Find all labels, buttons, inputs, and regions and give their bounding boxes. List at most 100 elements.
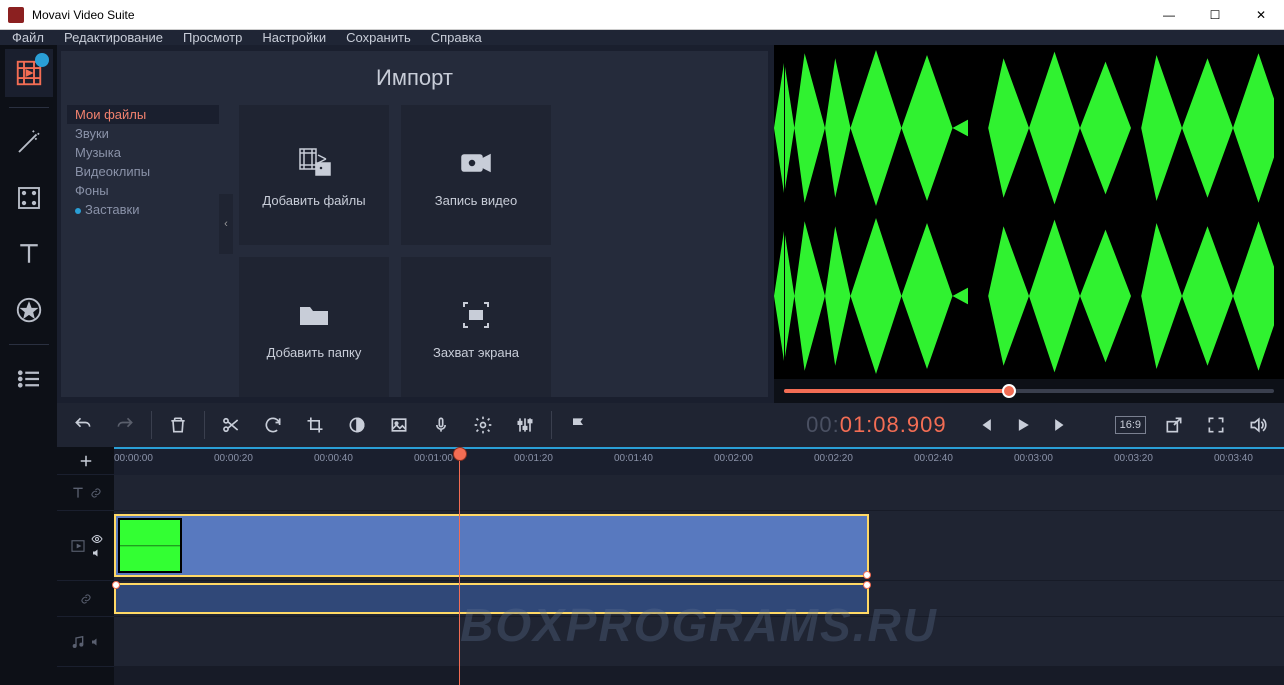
cat-my-files[interactable]: Мои файлы — [67, 105, 219, 124]
collapse-sidebar-button[interactable]: ‹ — [219, 194, 233, 254]
ruler-tick: 00:02:00 — [714, 453, 753, 464]
cat-intros-label: Заставки — [85, 202, 139, 217]
folder-icon — [294, 295, 334, 335]
track-video[interactable] — [114, 511, 1284, 581]
speaker-icon[interactable] — [90, 636, 102, 648]
prev-icon — [975, 415, 995, 435]
redo-icon — [115, 415, 135, 435]
minimize-button[interactable]: — — [1146, 0, 1192, 29]
timeline-ruler[interactable]: 00:00:0000:00:2000:00:4000:01:0000:01:20… — [114, 447, 1284, 475]
tile-add-folder[interactable]: Добавить папку — [239, 257, 389, 397]
play-icon — [1013, 415, 1033, 435]
equalizer-button[interactable] — [507, 407, 543, 443]
cat-music[interactable]: Музыка — [67, 143, 219, 162]
tool-wand[interactable] — [5, 118, 53, 166]
popout-icon — [1164, 415, 1184, 435]
track-head-music[interactable] — [57, 617, 114, 667]
ruler-tick: 00:01:20 — [514, 453, 553, 464]
timeline: 00:00:0000:00:2000:00:4000:01:0000:01:20… — [57, 447, 1284, 685]
preview-waveform — [774, 45, 1284, 379]
ruler-tick: 00:01:00 — [414, 453, 453, 464]
text-track-icon — [70, 485, 86, 501]
cat-backgrounds[interactable]: Фоны — [67, 181, 219, 200]
cat-videoclips[interactable]: Видеоклипы — [67, 162, 219, 181]
tile-record-video[interactable]: Запись видео — [401, 105, 551, 245]
menu-settings[interactable]: Настройки — [262, 30, 326, 45]
mic-button[interactable] — [423, 407, 459, 443]
tool-stickers[interactable] — [5, 286, 53, 334]
fullscreen-icon — [1206, 415, 1226, 435]
video-clip[interactable] — [114, 514, 869, 577]
track-audio[interactable] — [114, 581, 1284, 617]
sliders-icon — [515, 415, 535, 435]
add-track-button[interactable] — [57, 447, 114, 475]
speaker-icon[interactable] — [91, 547, 103, 559]
ruler-tick: 00:03:00 — [1014, 453, 1053, 464]
tile-screen-capture[interactable]: Захват экрана — [401, 257, 551, 397]
aspect-ratio-button[interactable]: 16:9 — [1115, 416, 1146, 434]
playback-slider[interactable] — [784, 389, 1274, 393]
cat-sounds[interactable]: Звуки — [67, 124, 219, 143]
undo-button[interactable] — [65, 407, 101, 443]
playhead[interactable] — [459, 447, 460, 685]
waveform-bottom — [774, 213, 1284, 379]
text-icon — [14, 239, 44, 269]
timecode-display: 00:01:08.909 — [792, 412, 960, 439]
progress-fill — [784, 389, 1009, 393]
track-head-audio-link[interactable] — [57, 581, 114, 617]
ruler-tick: 00:03:20 — [1114, 453, 1153, 464]
titlebar: Movavi Video Suite — ☐ ✕ — [0, 0, 1284, 30]
new-dot-icon — [75, 208, 81, 214]
cut-button[interactable] — [213, 407, 249, 443]
tile-add-files[interactable]: Добавить файлы — [239, 105, 389, 245]
menu-save[interactable]: Сохранить — [346, 30, 411, 45]
ruler-tick: 00:02:20 — [814, 453, 853, 464]
ruler-tick: 00:01:40 — [614, 453, 653, 464]
menu-view[interactable]: Просмотр — [183, 30, 242, 45]
redo-button[interactable] — [107, 407, 143, 443]
eye-icon[interactable] — [91, 533, 103, 545]
wand-icon — [14, 127, 44, 157]
left-toolbar — [0, 45, 57, 685]
menu-file[interactable]: Файл — [12, 30, 44, 45]
fullscreen-button[interactable] — [1198, 407, 1234, 443]
video-track-icon — [69, 537, 87, 555]
track-head-text[interactable] — [57, 475, 114, 511]
tool-filters[interactable] — [5, 174, 53, 222]
volume-button[interactable] — [1240, 407, 1276, 443]
marker-button[interactable] — [560, 407, 596, 443]
image-button[interactable] — [381, 407, 417, 443]
camera-icon — [456, 143, 496, 183]
progress-knob-icon[interactable] — [1002, 384, 1016, 398]
tile-add-folder-label: Добавить папку — [267, 345, 362, 360]
tool-more[interactable] — [5, 355, 53, 403]
track-music[interactable] — [114, 617, 1284, 667]
cat-intros[interactable]: Заставки — [67, 200, 219, 219]
crop-button[interactable] — [297, 407, 333, 443]
clip-handle[interactable] — [112, 581, 120, 589]
maximize-button[interactable]: ☐ — [1192, 0, 1238, 29]
next-icon — [1051, 415, 1071, 435]
detach-button[interactable] — [1156, 407, 1192, 443]
star-circle-icon — [14, 295, 44, 325]
contrast-icon — [347, 415, 367, 435]
tile-record-video-label: Запись видео — [435, 193, 517, 208]
audio-clip[interactable] — [114, 583, 869, 614]
rotate-button[interactable] — [255, 407, 291, 443]
track-text[interactable] — [114, 475, 1284, 511]
track-head-video[interactable] — [57, 511, 114, 581]
clip-handle[interactable] — [863, 581, 871, 589]
play-button[interactable] — [1005, 407, 1041, 443]
menu-help[interactable]: Справка — [431, 30, 482, 45]
next-button[interactable] — [1043, 407, 1079, 443]
clip-handle[interactable] — [863, 571, 871, 579]
close-button[interactable]: ✕ — [1238, 0, 1284, 29]
tool-import[interactable] — [5, 49, 53, 97]
settings-button[interactable] — [465, 407, 501, 443]
color-button[interactable] — [339, 407, 375, 443]
menu-edit[interactable]: Редактирование — [64, 30, 163, 45]
ruler-tick: 00:03:40 — [1214, 453, 1253, 464]
prev-button[interactable] — [967, 407, 1003, 443]
delete-button[interactable] — [160, 407, 196, 443]
tool-text[interactable] — [5, 230, 53, 278]
